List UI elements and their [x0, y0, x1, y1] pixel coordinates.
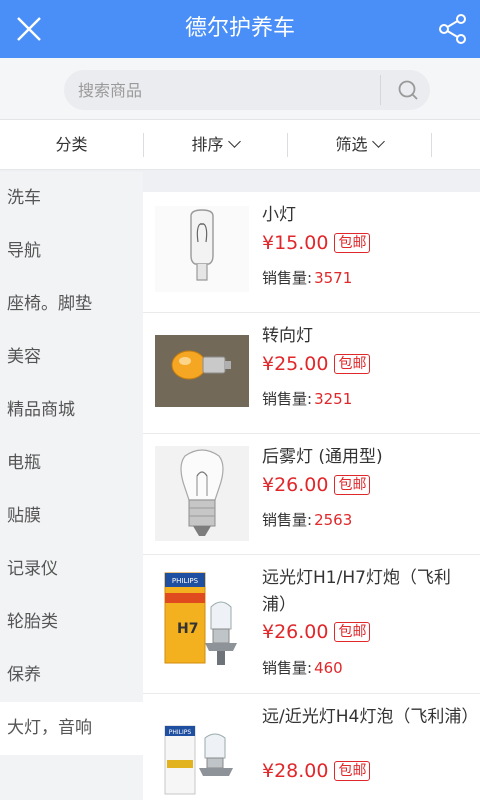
sidebar-item-tires[interactable]: 轮胎类 — [0, 596, 143, 649]
sidebar-item-boutique[interactable]: 精品商城 — [0, 384, 143, 437]
product-sales: 销售量: 2563 — [262, 509, 352, 530]
product-price-row: ¥26.00 包邮 — [262, 474, 371, 497]
product-name: 后雾灯 (通用型) — [262, 447, 383, 467]
sidebar-item-film[interactable]: 贴膜 — [0, 490, 143, 543]
sidebar-item-maintenance[interactable]: 保养 — [0, 649, 143, 702]
sidebar-item-seats-mats[interactable]: 座椅。脚垫 — [0, 278, 143, 331]
product-item[interactable]: PHILIPS H7 远光灯H1/H7灯炮（飞利浦） ¥26.00 包邮 销售量:… — [143, 555, 480, 694]
sidebar-item-beauty[interactable]: 美容 — [0, 331, 143, 384]
sidebar-item-car-wash[interactable]: 洗车 — [0, 172, 143, 225]
product-item[interactable]: PHILIPS 远/近光灯H4灯泡（飞利浦） ¥28.00 包邮 — [143, 694, 480, 800]
share-icon[interactable] — [436, 12, 470, 46]
philips-logo-text: PHILIPS — [169, 729, 192, 736]
product-name: 远光灯H1/H7灯炮（飞利浦） — [262, 568, 451, 615]
product-price: ¥28.00 — [262, 760, 329, 782]
filter-divider — [431, 133, 432, 157]
sales-label: 销售量: — [262, 511, 313, 529]
free-shipping-badge: 包邮 — [334, 761, 371, 781]
search-box — [64, 70, 430, 110]
sales-count: 2563 — [314, 511, 353, 529]
chevron-down-icon — [371, 135, 385, 148]
small-bulb-image — [155, 206, 249, 292]
sales-label: 销售量: — [262, 269, 313, 287]
tab-sort[interactable]: 排序 — [143, 120, 287, 170]
product-price-row: ¥28.00 包邮 — [262, 760, 371, 783]
product-name: 远/近光灯H4灯泡（飞利浦） — [262, 707, 479, 727]
product-name: 转向灯 — [262, 326, 313, 346]
product-price: ¥15.00 — [262, 232, 329, 254]
sales-label: 销售量: — [262, 390, 313, 408]
tab-filter[interactable]: 筛选 — [287, 120, 431, 170]
free-shipping-badge: 包邮 — [334, 475, 371, 495]
tab-filter-label: 筛选 — [335, 135, 368, 154]
tab-sort-label: 排序 — [191, 135, 224, 154]
philips-logo-text: PHILIPS — [172, 577, 199, 585]
sales-label: 销售量: — [262, 659, 313, 677]
product-price-row: ¥26.00 包邮 — [262, 621, 371, 644]
sales-count: 3251 — [314, 390, 353, 408]
search-icon[interactable] — [390, 74, 426, 106]
product-price-row: ¥15.00 包邮 — [262, 232, 371, 255]
tab-category[interactable]: 分类 — [0, 120, 143, 170]
category-sidebar: 洗车 导航 座椅。脚垫 美容 精品商城 电瓶 贴膜 记录仪 轮胎类 保养 大灯，… — [0, 172, 143, 800]
product-item[interactable]: 小灯 ¥15.00 包邮 销售量: 3571 — [143, 192, 480, 313]
page-title: 德尔护养车 — [184, 16, 295, 41]
fog-bulb-image — [155, 446, 249, 541]
philips-h4-bulb-image: PHILIPS — [155, 708, 249, 798]
sales-count: 3571 — [314, 269, 353, 287]
product-price: ¥26.00 — [262, 621, 329, 643]
search-input[interactable] — [78, 70, 378, 110]
search-divider — [380, 75, 381, 105]
chevron-down-icon — [227, 135, 241, 148]
sidebar-item-recorder[interactable]: 记录仪 — [0, 543, 143, 596]
philips-h7-bulb-image: PHILIPS H7 — [155, 567, 249, 675]
product-name: 小灯 — [262, 205, 296, 225]
product-sales: 销售量: 3251 — [262, 388, 352, 409]
h7-label-text: H7 — [177, 621, 198, 637]
product-price: ¥26.00 — [262, 474, 329, 496]
free-shipping-badge: 包邮 — [334, 233, 371, 253]
free-shipping-badge: 包邮 — [334, 622, 371, 642]
product-price-row: ¥25.00 包邮 — [262, 353, 371, 376]
filter-bar: 分类 排序 筛选 — [0, 120, 480, 170]
sidebar-item-navigation[interactable]: 导航 — [0, 225, 143, 278]
turn-signal-bulb-image — [155, 335, 249, 407]
free-shipping-badge: 包邮 — [334, 354, 371, 374]
product-item[interactable]: 转向灯 ¥25.00 包邮 销售量: 3251 — [143, 313, 480, 434]
sales-count: 460 — [314, 659, 343, 677]
product-list: 小灯 ¥15.00 包邮 销售量: 3571 转向灯 ¥25.00 包邮 销售量: 32… — [143, 192, 480, 800]
search-bar — [0, 58, 480, 120]
sidebar-item-battery[interactable]: 电瓶 — [0, 437, 143, 490]
product-sales: 销售量: 3571 — [262, 267, 352, 288]
product-sales: 销售量: 460 — [262, 657, 343, 678]
product-price: ¥25.00 — [262, 353, 329, 375]
tab-category-label: 分类 — [55, 135, 88, 154]
sidebar-item-lights-audio[interactable]: 大灯，音响 — [0, 702, 143, 755]
product-item[interactable]: 后雾灯 (通用型) ¥26.00 包邮 销售量: 2563 — [143, 434, 480, 555]
app-header: 德尔护养车 — [0, 0, 480, 58]
